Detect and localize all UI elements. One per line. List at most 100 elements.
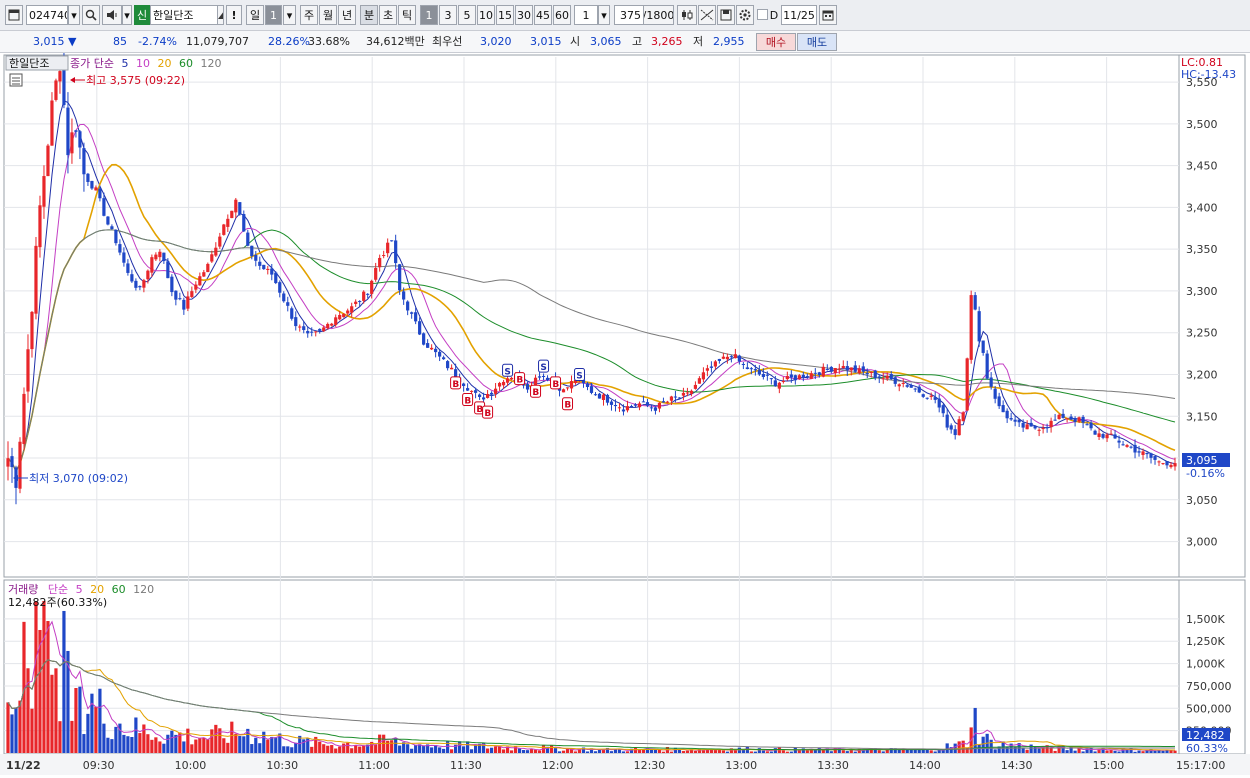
- signal-label: S: [540, 363, 546, 373]
- candle-body: [178, 298, 182, 300]
- interval-dropdown-icon[interactable]: ▾: [598, 5, 610, 25]
- period-year-button[interactable]: 년: [338, 5, 356, 25]
- candle-body: [1109, 433, 1113, 435]
- volume-bar: [134, 717, 138, 753]
- candle-body: [382, 255, 386, 257]
- volume-bar: [713, 750, 717, 753]
- candle-body: [1137, 451, 1141, 453]
- candle-body: [358, 301, 362, 303]
- candle-body: [406, 301, 410, 311]
- signal-label: B: [516, 376, 523, 386]
- date-checkbox[interactable]: [757, 9, 768, 20]
- period-tick-button[interactable]: 틱: [398, 5, 416, 25]
- candle-body: [302, 326, 306, 331]
- period-week-button[interactable]: 주: [300, 5, 318, 25]
- volume-bar: [765, 751, 769, 753]
- candle-body: [254, 255, 258, 261]
- volume-bar: [330, 745, 334, 753]
- code-dropdown-icon[interactable]: ▾: [68, 5, 80, 25]
- candle-body: [170, 276, 174, 293]
- candle-body: [505, 378, 510, 383]
- volume-bar: [753, 751, 757, 753]
- interval-60-button[interactable]: 60: [553, 5, 571, 25]
- candle-body: [18, 441, 22, 489]
- sound-icon[interactable]: [102, 5, 122, 25]
- interval-15-button[interactable]: 15: [496, 5, 514, 25]
- stock-chart[interactable]: 3,5503,5003,4503,4003,3503,3003,2503,200…: [0, 52, 1250, 775]
- sell-button[interactable]: 매도: [797, 33, 837, 51]
- signal-label: S: [504, 367, 510, 377]
- crosshair-icon[interactable]: [698, 5, 716, 25]
- candle-body: [893, 377, 897, 384]
- candle-body: [154, 254, 158, 260]
- calculator-icon[interactable]: [9, 73, 23, 87]
- volume-bar: [553, 748, 558, 753]
- buy-signal-marker: B: [450, 376, 462, 390]
- current-price: 3,015: [33, 35, 65, 48]
- candle-body: [186, 296, 190, 309]
- candle-body: [753, 369, 757, 371]
- volume-current-box-text: 12,482: [1186, 729, 1225, 742]
- interval-select[interactable]: 1: [574, 5, 598, 25]
- sound-dropdown-icon[interactable]: ▾: [122, 5, 132, 25]
- candle-body: [1161, 463, 1165, 465]
- volume-panel[interactable]: [3, 579, 1180, 755]
- window-menu-icon[interactable]: [5, 5, 23, 25]
- volume-bar: [154, 737, 158, 753]
- interval-10-button[interactable]: 10: [477, 5, 495, 25]
- candle-body: [370, 280, 374, 294]
- candle-body: [681, 392, 686, 396]
- candle-body: [46, 145, 50, 177]
- price-change-pct: -2.74%: [138, 35, 177, 48]
- buy-button[interactable]: 매수: [756, 33, 796, 51]
- date-input[interactable]: 11/25: [781, 5, 817, 25]
- candle-body: [701, 372, 706, 380]
- interval-1-button[interactable]: 1: [420, 5, 438, 25]
- legend-ma10: 10: [136, 57, 150, 70]
- time-tick-label: 11/22: [6, 759, 41, 772]
- candle-body: [206, 263, 210, 273]
- volume-bar: [6, 702, 10, 753]
- stock-name-field[interactable]: 한일단조: [150, 5, 218, 25]
- interval-5-button[interactable]: 5: [458, 5, 476, 25]
- candle-body: [945, 414, 949, 428]
- candle-body: [446, 361, 450, 369]
- calendar-icon[interactable]: [819, 5, 837, 25]
- candle-body: [330, 323, 334, 326]
- window-icon: [8, 9, 20, 21]
- period-day-button[interactable]: 일: [246, 5, 264, 25]
- current-change-pct: -0.16%: [1186, 467, 1225, 480]
- interval-45-button[interactable]: 45: [534, 5, 552, 25]
- candle-body: [769, 378, 773, 380]
- candle-body: [969, 295, 973, 360]
- period-month-button[interactable]: 월: [319, 5, 337, 25]
- search-icon[interactable]: [82, 5, 100, 25]
- volume-bar: [222, 738, 226, 753]
- trade-amount: 34,612백만: [366, 35, 425, 48]
- period-second-button[interactable]: 초: [379, 5, 397, 25]
- save-icon[interactable]: [717, 5, 735, 25]
- chart-area[interactable]: 3,550 3,500 3,450 3,400 3,350 3,300 3,250 3,200…: [0, 52, 1250, 775]
- period-minute-button[interactable]: 분: [360, 5, 378, 25]
- corner-marker-icon: [218, 5, 224, 25]
- candle-body: [1113, 434, 1117, 439]
- settings-gear-icon[interactable]: [736, 5, 754, 25]
- alert-button[interactable]: !: [226, 5, 242, 25]
- interval-30-button[interactable]: 30: [515, 5, 533, 25]
- candle-type-icon[interactable]: [677, 5, 697, 25]
- volume-bar: [190, 744, 194, 753]
- candle-body: [833, 368, 837, 374]
- interval-3-button[interactable]: 3: [439, 5, 457, 25]
- stock-code-input[interactable]: 024740: [26, 5, 68, 25]
- candle-body: [601, 394, 606, 400]
- candle-body: [973, 295, 977, 310]
- candle-body: [965, 358, 969, 411]
- period-dropdown-icon[interactable]: ▾: [283, 5, 296, 25]
- candle-body: [789, 374, 793, 378]
- period-number[interactable]: 1: [265, 5, 282, 25]
- bar-count-input[interactable]: 375: [614, 5, 644, 25]
- volume-bar: [1161, 750, 1165, 753]
- volume-bar: [358, 746, 362, 753]
- candle-body: [617, 407, 622, 409]
- price-panel[interactable]: [3, 54, 1180, 578]
